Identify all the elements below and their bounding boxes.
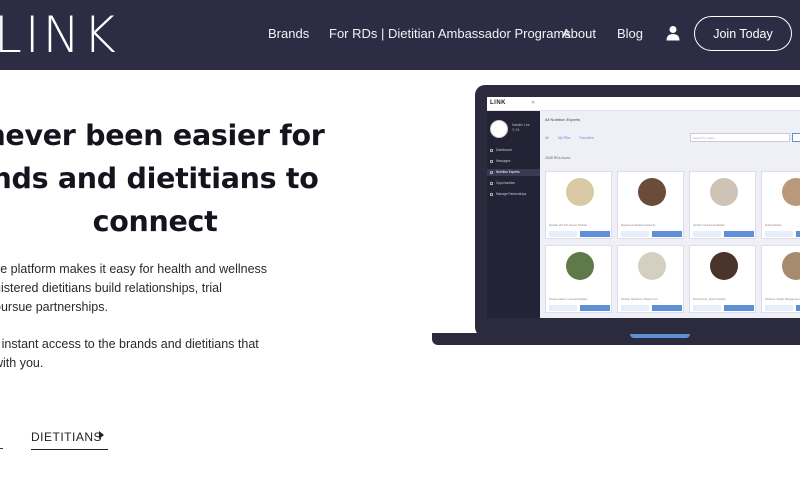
expert-card: Wellness, Weight Management <box>761 245 800 313</box>
headline-line: nds and dietitians to <box>0 162 319 195</box>
nav-for-rds[interactable]: For RDs | Dietitian Ambassador Programs <box>329 25 571 43</box>
expert-photo <box>710 178 738 206</box>
nav-about[interactable]: About <box>562 25 596 43</box>
expert-card: Public Dietitian <box>761 171 800 239</box>
expert-card: Nutrition Coach and Dietitian <box>689 171 756 239</box>
expert-name: Nutrition Coach and Dietitian <box>693 224 725 227</box>
expert-name: Wellness, Weight Management <box>765 298 800 301</box>
profile-button <box>549 305 577 311</box>
app-user-meta: ⚲ 24 <box>512 128 520 132</box>
expert-photo <box>782 252 800 280</box>
app-user-info: Natalie Lee ⚲ 24 <box>512 123 530 133</box>
avatar <box>490 120 508 138</box>
app-tabs: All My RDs Favorites <box>545 136 602 140</box>
play-arrow-icon <box>99 431 104 439</box>
message-button <box>724 305 754 311</box>
app-tab: My RDs <box>557 136 571 140</box>
expert-name: Private practice, Licensed Dietitian <box>549 298 588 301</box>
expert-name: Registered Dietitian Nutritionist <box>621 224 656 227</box>
app-tab: Favorites <box>579 136 594 140</box>
nav-blog[interactable]: Blog <box>617 25 643 43</box>
profile-button <box>765 305 793 311</box>
app-topbar: LINK ✕ <box>487 97 800 111</box>
profile-button <box>765 231 793 237</box>
dietitians-cta-label: DIETITIANS <box>31 430 103 444</box>
expert-card: Private practice, Licensed Dietitian <box>545 245 612 313</box>
hero-paragraph-1: ve platform makes it easy for health and… <box>0 260 294 317</box>
headline-line: never been easier for <box>0 119 325 152</box>
paragraph-line: ve platform makes it easy for health and… <box>0 262 268 276</box>
message-button <box>652 305 682 311</box>
app-sidebar-item: Opportunities <box>487 180 540 187</box>
profile-button <box>621 231 649 237</box>
paragraph-line: with you. <box>0 356 44 370</box>
hero-paragraph-2: r instant access to the brands and dieti… <box>0 335 294 373</box>
laptop-base <box>432 333 800 345</box>
expert-photo <box>710 252 738 280</box>
expert-photo <box>638 178 666 206</box>
expert-card: Performance, Sports Dietitian <box>689 245 756 313</box>
profile-button <box>621 305 649 311</box>
message-button <box>724 231 754 237</box>
headline-line: connect <box>92 205 218 238</box>
message-button <box>580 231 610 237</box>
expert-card: Registered Dietitian Nutritionist <box>617 171 684 239</box>
app-search-button <box>792 133 800 142</box>
expert-photo <box>566 252 594 280</box>
message-button <box>796 231 800 237</box>
profile-button <box>549 231 577 237</box>
app-main: All Nutrition Experts All My RDs Favorit… <box>540 111 800 318</box>
user-icon[interactable] <box>665 25 681 41</box>
expert-name: Dietitian Nutritionist, Weight Loss <box>621 298 658 301</box>
app-sidebar-item: Manage Partnerships <box>487 191 540 198</box>
paragraph-line: oursue partnerships. <box>0 300 108 314</box>
expert-photo <box>566 178 594 206</box>
app-sidebar-item: Nutrition Experts <box>487 169 540 176</box>
profile-button <box>693 305 721 311</box>
nav-brands[interactable]: Brands <box>268 25 309 43</box>
app-tab: All <box>545 136 549 140</box>
site-logo[interactable]: LINK <box>0 10 119 60</box>
message-button <box>796 305 800 311</box>
paragraph-line: gistered dietitians build relationships,… <box>0 281 222 295</box>
app-sidebar: Natalie Lee ⚲ 24 Dashboard Messages Nutr… <box>487 111 540 318</box>
app-screenshot: LINK ✕ Natalie Lee ⚲ 24 Dashboard Messag… <box>487 97 800 318</box>
app-found-count: 2648 RDs found <box>545 156 571 160</box>
message-button <box>652 231 682 237</box>
expert-name: Performance, Sports Dietitian <box>693 298 726 301</box>
app-sidebar-item: Dashboard <box>487 147 540 154</box>
brands-cta-underline[interactable] <box>0 448 3 449</box>
laptop-notch <box>630 334 690 338</box>
expert-card: Dietitian Nutritionist, Weight Loss <box>617 245 684 313</box>
hero-headline: never been easier for nds and dietitians… <box>0 114 350 243</box>
expert-card: Dietitian with 401 Forever Website <box>545 171 612 239</box>
app-title: All Nutrition Experts <box>545 117 581 122</box>
expert-photo <box>782 178 800 206</box>
message-button <box>580 305 610 311</box>
paragraph-line: r instant access to the brands and dieti… <box>0 337 259 351</box>
app-sidebar-item: Messages <box>487 158 540 165</box>
top-nav: LINK Brands For RDs | Dietitian Ambassad… <box>0 0 800 70</box>
join-today-button[interactable]: Join Today <box>694 16 792 51</box>
expert-photo <box>638 252 666 280</box>
app-search: Search by name <box>690 133 790 142</box>
profile-button <box>693 231 721 237</box>
dietitians-cta-link[interactable]: DIETITIANS <box>31 428 108 450</box>
app-logo: LINK <box>490 100 506 106</box>
expert-name: Public Dietitian <box>765 224 782 227</box>
collapse-icon: ✕ <box>531 100 536 106</box>
expert-name: Dietitian with 401 Forever Website <box>549 224 588 227</box>
